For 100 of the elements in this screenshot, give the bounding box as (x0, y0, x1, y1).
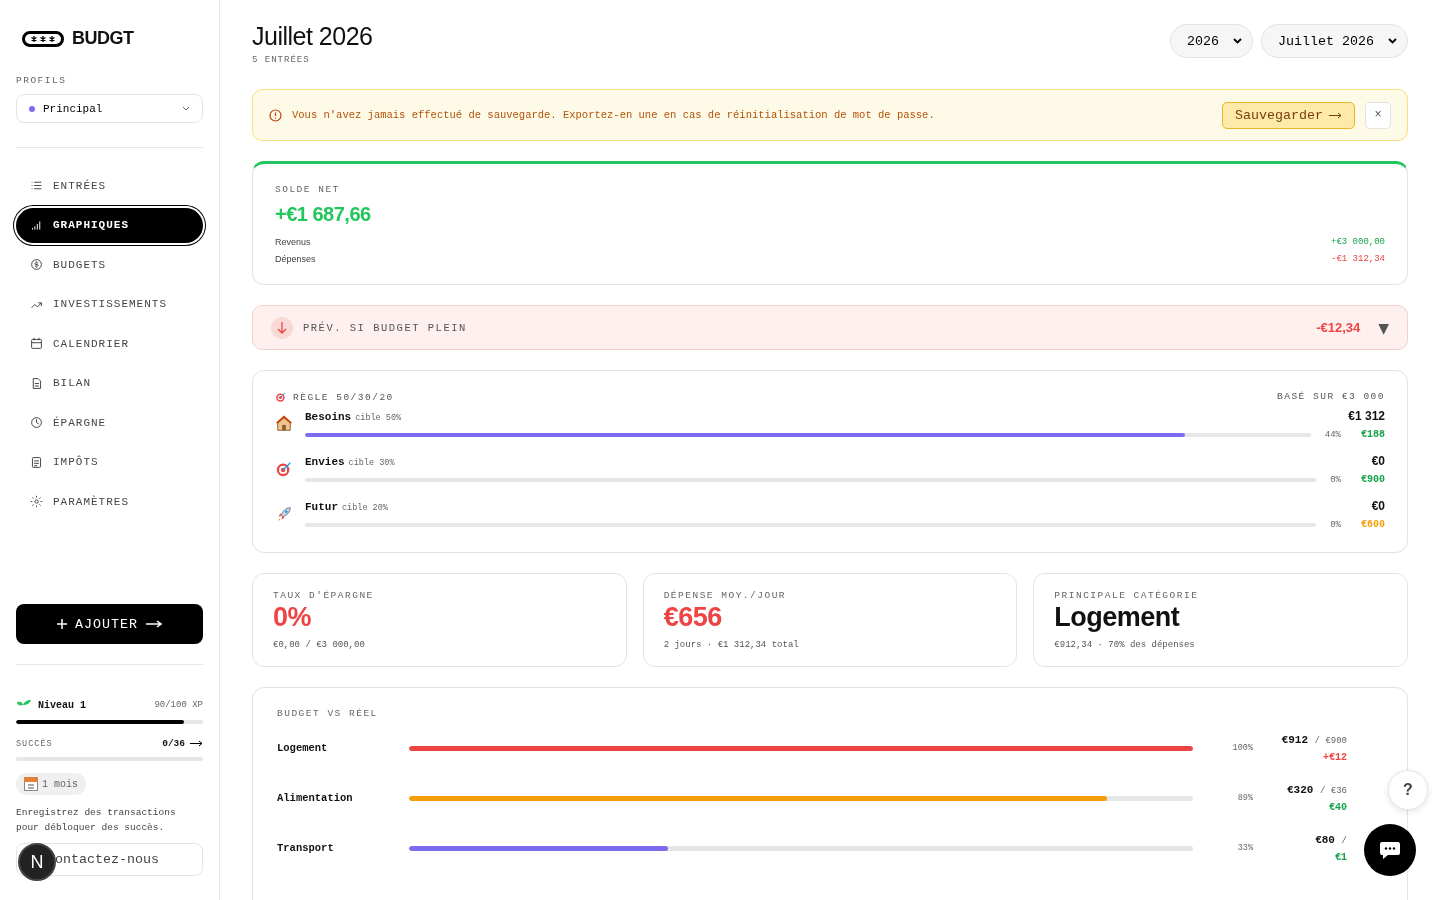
nav-item[interactable]: PARAMÈTRES (16, 484, 203, 520)
period-select[interactable]: Juillet 2026 (1261, 24, 1408, 58)
page-title: Juillet 2026 (252, 22, 373, 51)
hint-text: Enregistrez des transactions pour débloquer des succès. (16, 806, 177, 835)
stat-detail: €912,34 · 70% des dépenses (1054, 640, 1196, 650)
budget-amount: / €36 (1320, 785, 1347, 796)
percent: 44% (1324, 429, 1341, 440)
help-button[interactable]: ? (1388, 770, 1428, 810)
amount: €0 (1371, 499, 1385, 513)
xp-count: 90/100 XP (154, 700, 203, 710)
amount: €1 312 (1348, 409, 1385, 423)
warning-icon (269, 108, 282, 122)
target-label: cible 30% (348, 458, 395, 468)
card-label: RÈGLE 50/30/20 (293, 391, 394, 403)
forecast-value: -€12,34 (1316, 320, 1361, 335)
nav-item[interactable]: IMPÔTS (16, 444, 203, 480)
percent: 0% (1330, 474, 1341, 485)
remaining-amount: €600 (1360, 519, 1385, 530)
percent: 0% (1330, 519, 1341, 530)
card-label: PRINCIPALE CATÉGORIE (1054, 590, 1200, 601)
difference: €40 (1329, 801, 1347, 813)
percent: 33% (1236, 843, 1253, 853)
target-icon (276, 461, 291, 476)
nav-item[interactable]: BILAN (16, 365, 203, 401)
budget-amount: / €900 (1314, 735, 1347, 746)
stat-value: €656 (663, 602, 723, 632)
category-name: Envies (305, 456, 345, 468)
forecast-label: PRÉV. SI BUDGET PLEIN (303, 321, 468, 334)
amount: €0 (1371, 454, 1385, 468)
row-value: +€3 000,00 (1331, 236, 1385, 249)
chevron-icon (182, 106, 190, 111)
receipt-icon (30, 455, 43, 469)
card-label: TAUX D'ÉPARGNE (273, 590, 375, 601)
actual-amount: €912 (1281, 733, 1308, 746)
difference: €1 (1335, 851, 1347, 863)
row-value: -€1 312,34 (1331, 253, 1385, 266)
save-button[interactable]: Sauvegarder (1222, 101, 1355, 129)
streak-badge: 1 mois (16, 773, 86, 795)
calendar-icon (30, 337, 43, 351)
actual-amount: €320 (1286, 783, 1314, 796)
close-button[interactable]: × (1365, 101, 1391, 129)
nav-item[interactable]: CALENDRIER (16, 326, 203, 362)
actual-amount: €80 (1315, 833, 1335, 846)
target-label: cible 20% (342, 503, 388, 513)
remaining-amount: €188 (1360, 429, 1385, 440)
logo-icon (22, 30, 64, 47)
arrow-icon (1329, 111, 1342, 119)
row-label: Revenus (275, 236, 311, 249)
expand-toggle[interactable]: ▼ (1370, 319, 1389, 336)
achievements-label: SUCCÈS (16, 738, 53, 749)
category-name: Alimentation (277, 792, 354, 804)
document-icon (30, 376, 43, 390)
stat-detail: €0,00 / €3 000,00 (273, 640, 366, 650)
level-label: Niveau 1 (38, 699, 86, 711)
remaining-amount: €900 (1360, 474, 1385, 485)
basis-label: BASÉ SUR €3 000 (1277, 391, 1385, 403)
card-label: SOLDE NET (275, 184, 341, 195)
bar-chart-icon (30, 218, 43, 232)
plus-icon (57, 619, 67, 629)
clock-icon (30, 416, 43, 430)
card-label: DÉPENSE MOY./JOUR (663, 590, 788, 601)
budget-amount: / (1341, 835, 1347, 846)
house-icon (275, 415, 293, 431)
percent: 100% (1231, 743, 1253, 753)
category-name: Logement (277, 742, 329, 754)
rocket-icon (277, 506, 291, 521)
entry-count: 5 ENTRÉES (252, 55, 311, 65)
row-label: Dépenses (275, 253, 316, 266)
chat-icon (1379, 840, 1401, 860)
card-label: BUDGET VS RÉEL (277, 708, 379, 719)
category-name: Besoins (305, 411, 352, 423)
stat-value: 0% (273, 602, 313, 632)
difference: +€12 (1323, 751, 1347, 763)
net-balance: +€1 687,66 (275, 203, 372, 226)
chevron-icon (1388, 38, 1397, 44)
nav-item[interactable]: BUDGETS (16, 247, 203, 283)
period-select[interactable]: 2026 (1170, 24, 1253, 58)
nav-item[interactable]: GRAPHIQUES (16, 207, 203, 243)
achievements-count: 0/36 (162, 738, 185, 749)
target-label: cible 50% (355, 413, 402, 423)
nav-item[interactable]: INVESTISSEMENTS (16, 286, 203, 322)
category-name: Futur (305, 501, 338, 513)
section-label: PROFILS (16, 75, 68, 86)
target-icon (276, 392, 286, 402)
nav-item[interactable]: ÉPARGNE (16, 405, 203, 441)
chevron-icon (1233, 38, 1242, 44)
category-name: Transport (277, 842, 335, 854)
add-button[interactable]: AJOUTER (16, 604, 203, 644)
calendar-icon (24, 777, 38, 791)
percent: 89% (1236, 793, 1253, 803)
app-logo: BUDGT (72, 28, 134, 49)
arrow-icon[interactable] (190, 740, 203, 747)
alert-text: Vous n'avez jamais effectué de sauvegarde. Exportez-en une en cas de réinitialisation de mot de passe. (292, 109, 936, 121)
nav-item[interactable]: ENTRÉES (16, 168, 203, 204)
stat-value: Logement (1054, 602, 1181, 632)
stat-detail: 2 jours · €1 312,34 total (663, 640, 800, 650)
settings-icon (30, 495, 43, 509)
profile-select[interactable]: Principal (16, 94, 203, 123)
coin-icon (30, 258, 43, 272)
arrow-icon (146, 620, 162, 628)
